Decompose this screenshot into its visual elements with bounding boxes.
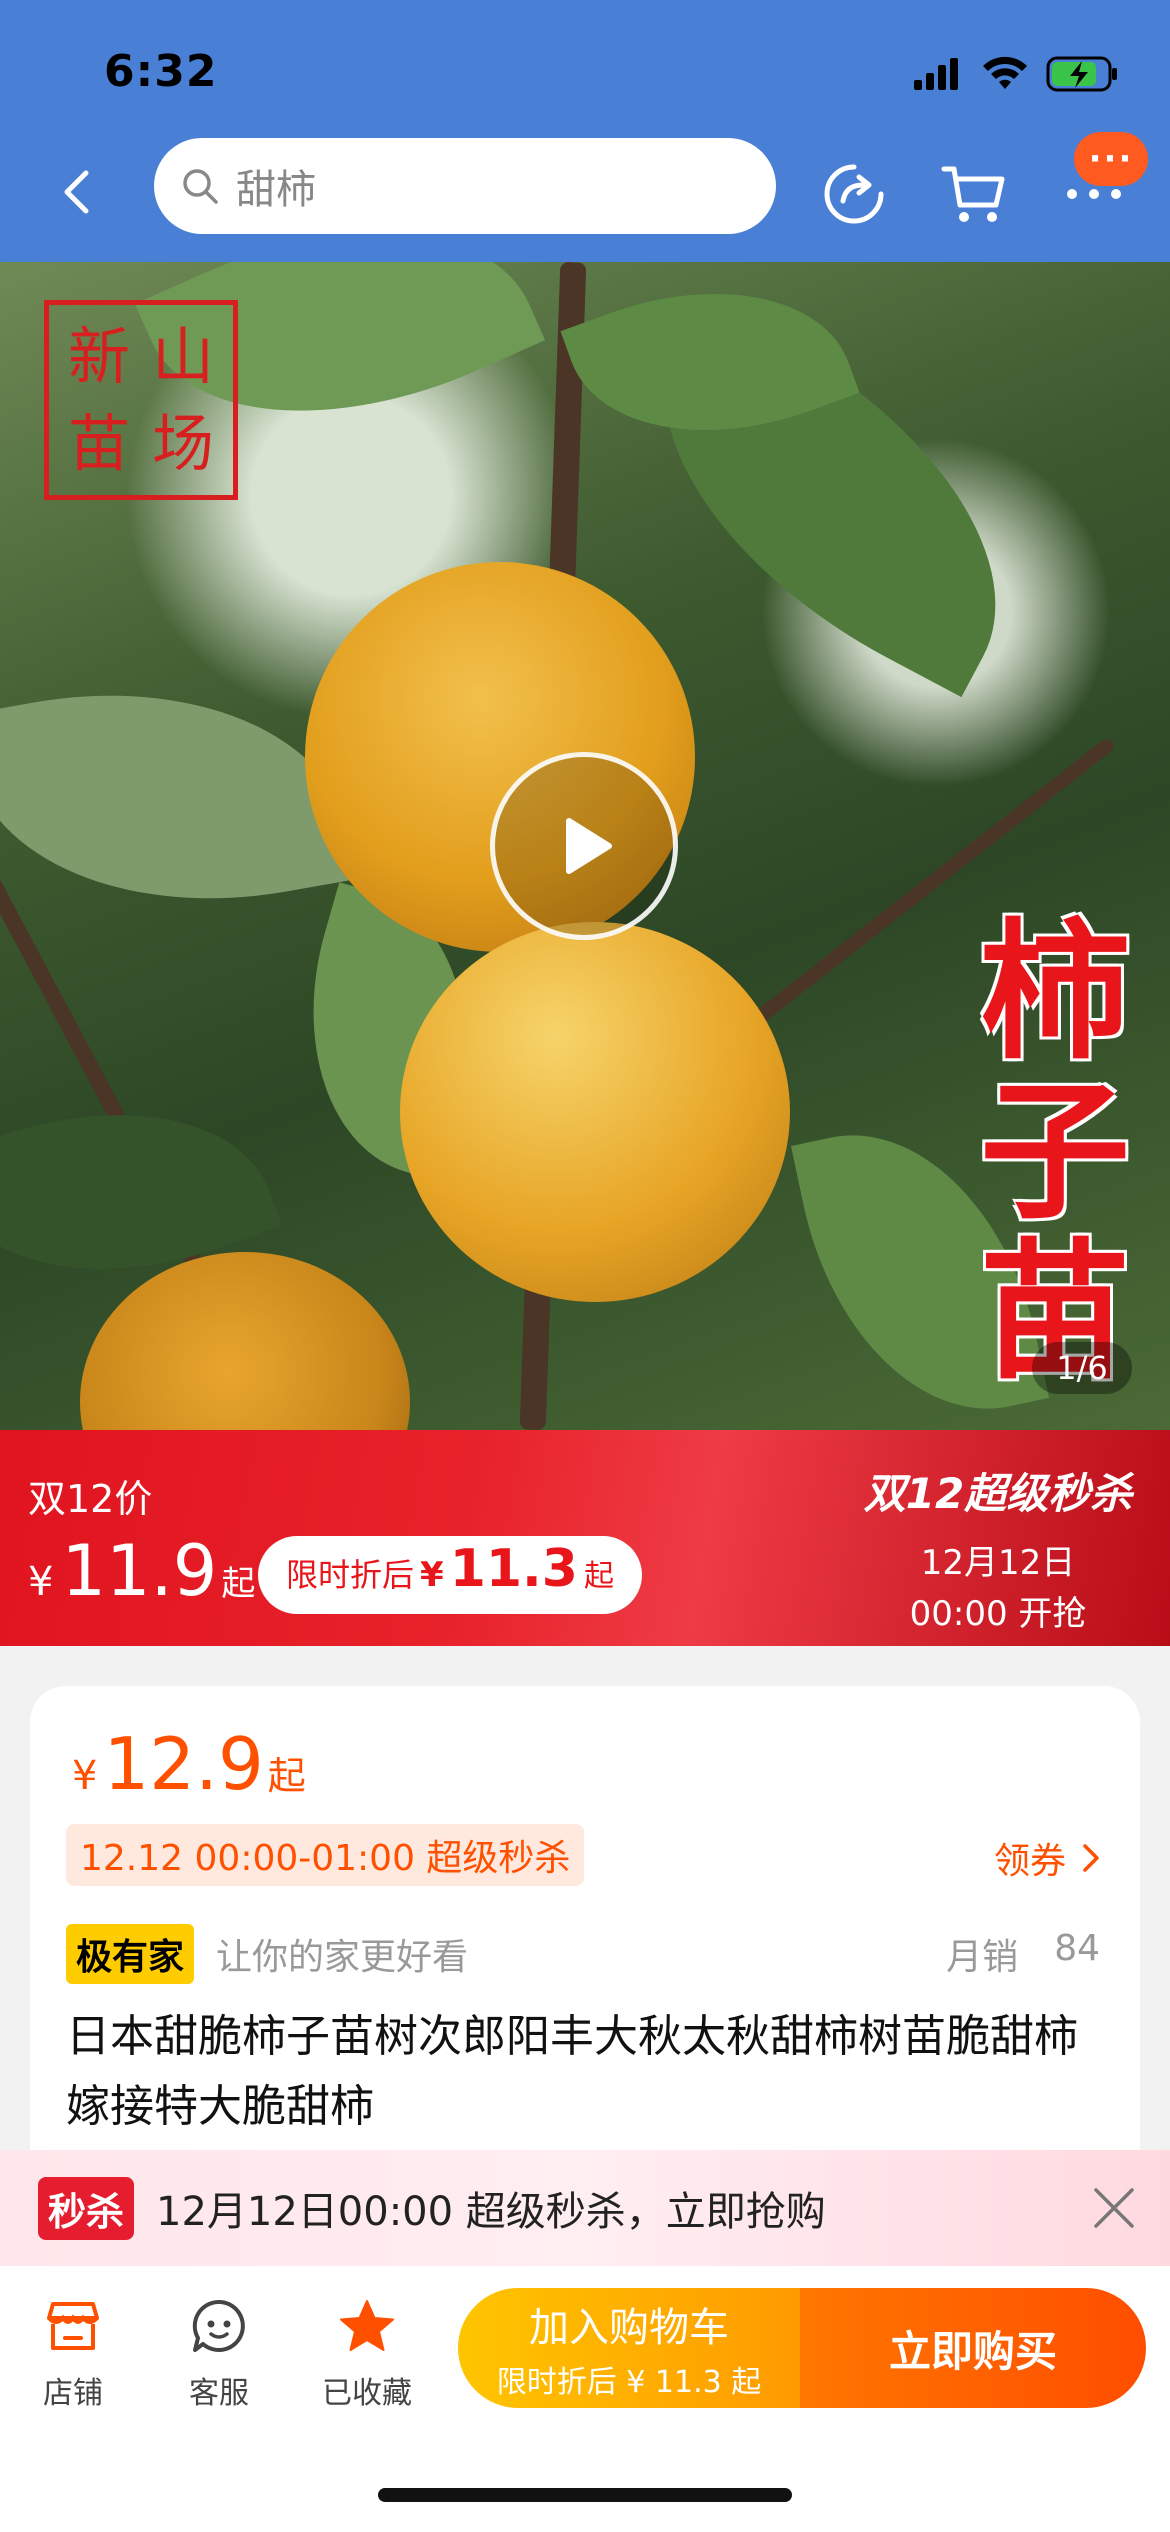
share-button[interactable] bbox=[818, 158, 890, 230]
back-button[interactable] bbox=[48, 164, 104, 220]
play-icon bbox=[566, 818, 612, 874]
share-icon bbox=[824, 164, 884, 224]
tab-customer-service[interactable]: 客服 bbox=[154, 2294, 284, 2424]
add-to-cart-label: 加入购物车 bbox=[529, 2305, 729, 2351]
cart-icon bbox=[941, 166, 1005, 222]
event-title: 双12超级秒杀 bbox=[863, 1469, 1133, 1518]
tab-label: 已收藏 bbox=[322, 2376, 412, 2411]
chevron-right-icon bbox=[1083, 1844, 1099, 1872]
status-icons bbox=[912, 52, 1120, 96]
chevron-left-icon bbox=[64, 170, 89, 214]
top-bar: 6:32 甜柿 ··· bbox=[0, 0, 1170, 262]
cart-button[interactable] bbox=[938, 158, 1010, 230]
promo-banner[interactable]: 双12价 ¥ 11.9 起 限时折后 ¥ 11.3 起 双12超级秒杀 12月1… bbox=[0, 1430, 1170, 1646]
product-image-carousel[interactable]: 新 山 苗 场 柿 子 苗 1/6 bbox=[0, 262, 1170, 1430]
product-title: 日本甜脆柿子苗树次郎阳丰大秋太秋甜柿树苗脆甜柿嫁接特大脆甜柿 bbox=[66, 2011, 1078, 2132]
battery-icon bbox=[1046, 56, 1117, 92]
monthly-sales: 月销 84 bbox=[946, 1928, 1100, 1978]
close-icon[interactable] bbox=[1092, 2186, 1136, 2230]
event-date: 12月12日 bbox=[920, 1543, 1076, 1583]
search-query: 甜柿 bbox=[236, 167, 316, 213]
event-info: 双12超级秒杀 12月12日 00:00 开抢 bbox=[858, 1460, 1138, 1635]
purchase-buttons: 加入购物车 限时折后 ¥ 11.3 起 立即购买 bbox=[458, 2288, 1146, 2408]
promo-label: 双12价 bbox=[28, 1477, 153, 1521]
hero-caption: 柿 子 苗 bbox=[979, 904, 1130, 1400]
persimmon-fruit bbox=[400, 922, 790, 1302]
persimmon-fruit bbox=[80, 1252, 410, 1430]
flash-sale-tag: 12.12 00:00-01:00 超级秒杀 bbox=[66, 1824, 585, 1886]
search-input[interactable]: 甜柿 bbox=[154, 138, 776, 234]
brand-row: 极有家 让你的家更好看 月销 84 bbox=[66, 1924, 1100, 1984]
buy-now-button[interactable]: 立即购买 bbox=[800, 2288, 1146, 2408]
nav-bar: 甜柿 ··· bbox=[0, 132, 1170, 246]
product-page: 6:32 甜柿 ··· 新 山 苗 场 柿 子 苗 1/6 双12价 ¥ 11.… bbox=[0, 0, 1170, 2532]
signal-icon bbox=[914, 58, 958, 90]
event-time: 00:00 开抢 bbox=[909, 1594, 1087, 1634]
chat-icon bbox=[192, 2299, 245, 2352]
product-price: ¥ 12.9 起 bbox=[72, 1722, 306, 1806]
image-pager: 1/6 bbox=[1032, 1342, 1132, 1394]
promo-price: ¥ 11.9 起 bbox=[28, 1530, 256, 1612]
flash-sale-notice[interactable]: 秒杀 12月12日00:00 超级秒杀，立即抢购 bbox=[0, 2150, 1170, 2266]
get-coupon-button[interactable]: 领券 bbox=[994, 1832, 1100, 1884]
flash-sale-text: 12月12日00:00 超级秒杀，立即抢购 bbox=[156, 2189, 826, 2235]
brand-badge[interactable]: 极有家 bbox=[66, 1924, 195, 1984]
wifi-icon bbox=[983, 56, 1027, 89]
tab-label: 客服 bbox=[189, 2376, 249, 2411]
star-icon bbox=[340, 2300, 394, 2351]
brand-slogan: 让你的家更好看 bbox=[216, 1937, 469, 1978]
discount-pill: 限时折后 ¥ 11.3 起 bbox=[258, 1536, 642, 1614]
more-icon bbox=[1067, 189, 1121, 199]
add-to-cart-subtitle: 限时折后 ¥ 11.3 起 bbox=[496, 2365, 762, 2400]
tab-favorite[interactable]: 已收藏 bbox=[302, 2294, 432, 2424]
add-to-cart-button[interactable]: 加入购物车 限时折后 ¥ 11.3 起 bbox=[458, 2288, 800, 2408]
status-time: 6:32 bbox=[104, 46, 218, 97]
leaf-shape bbox=[0, 652, 358, 942]
tab-label: 店铺 bbox=[43, 2376, 103, 2411]
message-badge[interactable]: ··· bbox=[1074, 132, 1148, 186]
store-icon bbox=[47, 2302, 99, 2350]
flash-sale-badge: 秒杀 bbox=[38, 2176, 135, 2240]
shop-seal-logo: 新 山 苗 场 bbox=[44, 300, 238, 500]
coupon-label: 领券 bbox=[993, 1841, 1066, 1882]
product-info-card: ¥ 12.9 起 12.12 00:00-01:00 超级秒杀 领券 极有家 让… bbox=[30, 1686, 1140, 2206]
home-indicator bbox=[378, 2488, 792, 2502]
play-video-button[interactable] bbox=[490, 752, 678, 940]
search-icon bbox=[183, 169, 218, 204]
tab-store[interactable]: 店铺 bbox=[8, 2294, 138, 2424]
